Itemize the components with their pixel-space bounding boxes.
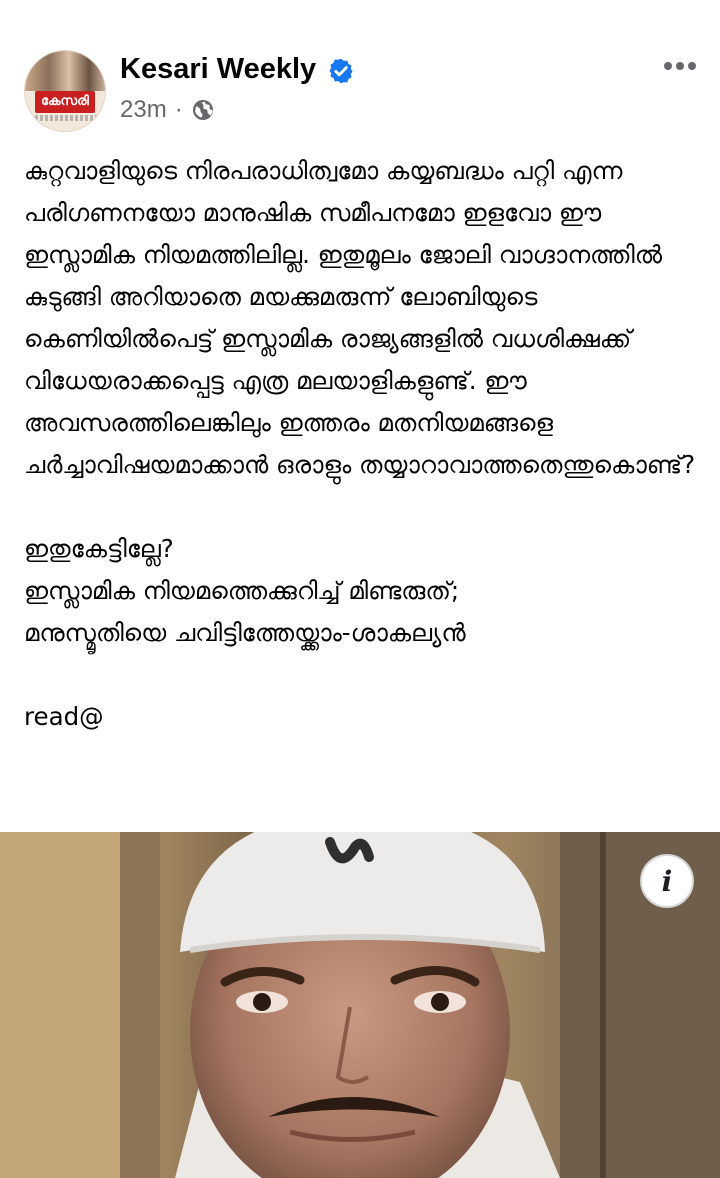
post-image[interactable]	[0, 832, 720, 1178]
post-line: ഇസ്ലാമിക നിയമത്തെക്കുറിച്ച് മിണ്ടരുത്;	[24, 576, 460, 605]
page-avatar[interactable]: കേസരി	[24, 50, 106, 132]
avatar-photo-band	[25, 51, 105, 91]
more-options-button[interactable]	[656, 52, 704, 80]
post-paragraph: കുറ്റവാളിയുടെ നിരപരാധിത്വമോ കയ്യബദ്ധം പറ…	[24, 156, 696, 479]
page-name[interactable]: Kesari Weekly	[120, 52, 316, 86]
post-line: ഇതുകേട്ടില്ലേ?	[24, 534, 174, 563]
post-header: കേസരി Kesari Weekly 23m ·	[0, 0, 720, 140]
more-dots-icon	[676, 62, 684, 70]
verified-badge-icon	[329, 58, 353, 84]
portrait-photo	[0, 832, 720, 1178]
info-icon[interactable]: i	[640, 854, 694, 908]
post-meta: 23m ·	[120, 95, 215, 125]
post-timestamp[interactable]: 23m	[120, 96, 167, 124]
post-link-text[interactable]: read@	[24, 696, 704, 738]
globe-icon[interactable]	[191, 98, 215, 122]
meta-separator: ·	[174, 96, 183, 123]
avatar-logo: കേസരി	[35, 91, 95, 113]
more-dots-icon	[688, 62, 696, 70]
post-text: കുറ്റവാളിയുടെ നിരപരാധിത്വമോ കയ്യബദ്ധം പറ…	[24, 150, 704, 738]
avatar-logo-subtext	[25, 115, 105, 121]
more-dots-icon	[664, 62, 672, 70]
post-line: മനുസ്മൃതിയെ ചവിട്ടിത്തേയ്ക്കാം-ശാകല്യൻ	[24, 618, 466, 647]
